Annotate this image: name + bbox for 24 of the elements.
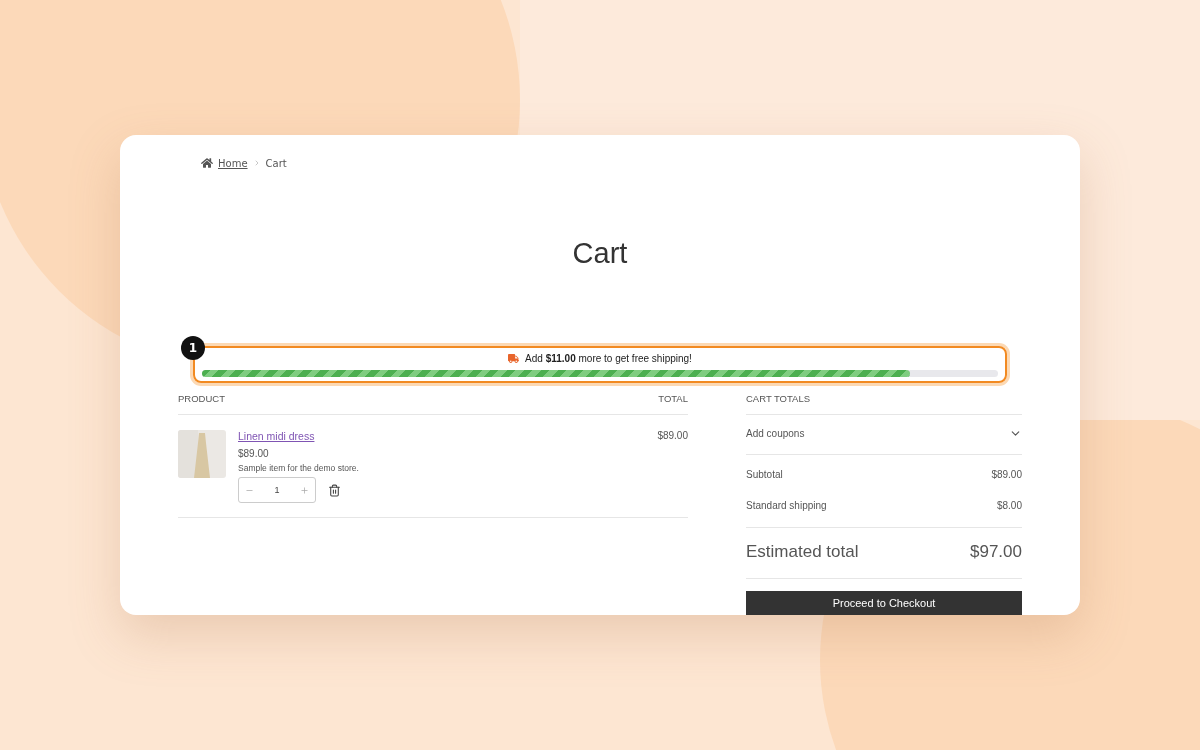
plus-icon[interactable] bbox=[300, 485, 309, 495]
totals-heading: CART TOTALS bbox=[746, 389, 1022, 415]
shipping-message: Add $11.00 more to get free shipping! bbox=[525, 353, 692, 364]
estimated-total-value: $97.00 bbox=[970, 542, 1022, 562]
breadcrumb-link[interactable]: Home bbox=[218, 157, 248, 169]
coupon-toggle[interactable]: Add coupons bbox=[746, 415, 1022, 455]
page-title: Cart bbox=[571, 237, 629, 270]
home-icon bbox=[201, 157, 213, 169]
product-description: Sample item for the demo store. bbox=[238, 463, 360, 473]
row-total: $89.00 bbox=[657, 430, 688, 443]
estimated-total-label: Estimated total bbox=[746, 542, 859, 562]
column-header: PRODUCT bbox=[178, 393, 225, 404]
totals-label: Standard shipping bbox=[746, 500, 827, 511]
column-header: TOTAL bbox=[658, 393, 688, 404]
checkout-button[interactable]: Proceed to Checkout bbox=[746, 591, 1022, 615]
product-link[interactable]: Linen midi dress bbox=[238, 430, 315, 442]
quantity-field[interactable]: 1 bbox=[238, 477, 316, 503]
totals-value: $8.00 bbox=[996, 500, 1022, 511]
product-price: $89.00 bbox=[238, 448, 270, 459]
totals-value: $89.00 bbox=[991, 469, 1022, 480]
totals-label: Subtotal bbox=[746, 469, 783, 480]
breadcrumb-current: Cart bbox=[265, 157, 287, 169]
truck-icon bbox=[508, 353, 520, 364]
trash-icon[interactable] bbox=[328, 483, 341, 497]
